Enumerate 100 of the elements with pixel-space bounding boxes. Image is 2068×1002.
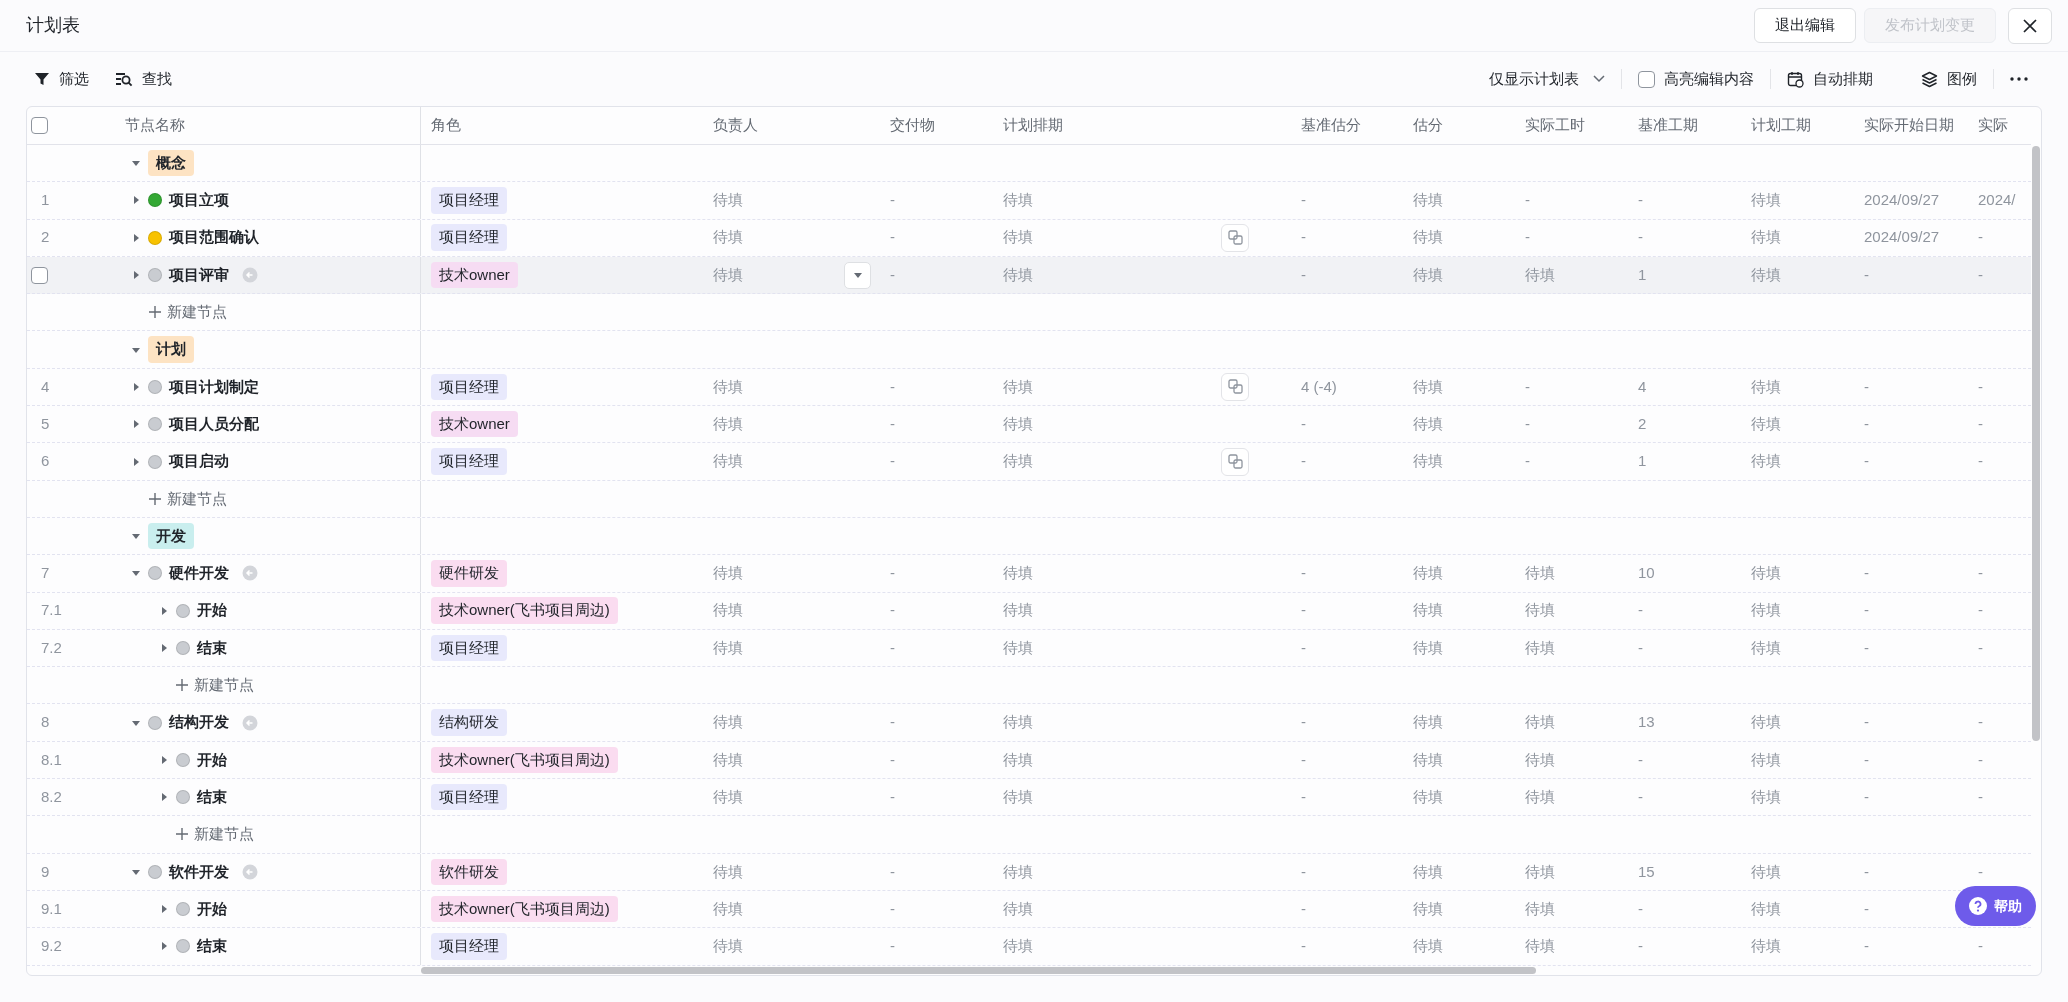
cell-value: 待填 [1003, 376, 1033, 397]
cell-value: - [1978, 786, 1983, 807]
task-name[interactable]: 结构开发 [169, 711, 229, 734]
task-name[interactable]: 项目评审 [169, 263, 229, 287]
task-name[interactable]: 结束 [197, 636, 227, 660]
caret-icon[interactable] [159, 941, 169, 952]
cell-value: - [1301, 786, 1306, 807]
task-name[interactable]: 软件开发 [169, 860, 229, 884]
task-name[interactable]: 开始 [197, 599, 227, 622]
legend-button[interactable]: 图例 [1921, 67, 1977, 91]
more-icon[interactable] [2010, 77, 2028, 81]
add-node-button[interactable]: 新建节点 [176, 674, 254, 697]
caret-icon[interactable] [131, 419, 141, 430]
row-checkbox[interactable] [31, 266, 48, 284]
plus-icon [149, 492, 161, 505]
role-tag[interactable]: 项目经理 [431, 634, 507, 662]
vertical-scrollbar[interactable] [2032, 146, 2040, 741]
cell-value: - [1301, 264, 1306, 285]
caret-icon[interactable] [159, 904, 169, 915]
cell-value: 待填 [713, 376, 743, 397]
cell-value: 待填 [1751, 637, 1781, 658]
auto-schedule-button[interactable]: 自动排期 [1787, 67, 1873, 91]
task-name[interactable]: 项目启动 [169, 450, 229, 473]
role-tag[interactable]: 技术owner [431, 410, 518, 438]
hovered-row[interactable]: 项目评审 技术owner 待填 - 待填 - 待填 待填 1 待填 - - [27, 256, 2031, 295]
cell-value: - [1864, 451, 1869, 472]
role-tag[interactable]: 技术owner(飞书项目周边) [431, 895, 618, 923]
column-header: 实际开始日期 [1864, 115, 1954, 136]
task-name[interactable]: 开始 [197, 748, 227, 772]
task-name[interactable]: 项目计划制定 [169, 375, 259, 399]
cell-value: - [890, 563, 895, 584]
role-tag[interactable]: 项目经理 [431, 224, 507, 251]
chevron-down-icon [1593, 75, 1605, 83]
role-tag[interactable]: 软件研发 [431, 858, 507, 886]
view-select[interactable]: 仅显示计划表 [1489, 67, 1605, 91]
task-name[interactable]: 结束 [197, 935, 227, 958]
role-tag[interactable]: 技术owner [431, 261, 518, 289]
cell-value: 待填 [1413, 861, 1443, 882]
row-number: 8.2 [41, 786, 62, 807]
cell-value: - [1301, 637, 1306, 658]
cell-value: - [1864, 712, 1869, 733]
role-tag[interactable]: 结构研发 [431, 709, 507, 736]
cell-value: - [1864, 600, 1869, 621]
cell-value: 2024/09/27 [1864, 190, 1940, 211]
action-button[interactable]: 退出编辑 [1754, 8, 1856, 43]
role-tag[interactable]: 硬件研发 [431, 560, 507, 587]
role-tag[interactable]: 项目经理 [431, 187, 507, 214]
caret-icon[interactable] [159, 643, 169, 653]
role-tag[interactable]: 技术owner(飞书项目周边) [431, 597, 618, 624]
cell-value: - [890, 898, 895, 919]
group-tag[interactable]: 概念 [148, 149, 194, 177]
role-tag[interactable]: 项目经理 [431, 373, 507, 401]
cell-value: 待填 [1413, 413, 1443, 434]
horizontal-scrollbar[interactable] [421, 967, 1536, 974]
task-name[interactable]: 项目范围确认 [169, 226, 259, 249]
cell-value: 待填 [1003, 264, 1033, 285]
highlight-checkbox[interactable]: 高亮编辑内容 [1638, 67, 1754, 91]
column-header: 基准估分 [1301, 115, 1361, 136]
add-node-button[interactable]: 新建节点 [149, 487, 227, 511]
cell-value: - [1301, 861, 1306, 882]
caret-icon[interactable] [131, 195, 141, 206]
cell-value: - [1525, 190, 1530, 211]
caret-icon[interactable] [131, 270, 141, 281]
help-button[interactable]: 帮助 [1955, 886, 2036, 926]
calendar-icon [1787, 70, 1804, 88]
caret-icon[interactable] [131, 232, 141, 243]
caret-icon[interactable] [131, 381, 141, 392]
task-name[interactable]: 项目人员分配 [169, 412, 259, 436]
add-node-button[interactable]: 新建节点 [149, 301, 227, 324]
close-button[interactable] [2008, 7, 2052, 44]
group-tag[interactable]: 开发 [148, 522, 194, 550]
task-name[interactable]: 硬件开发 [169, 562, 229, 585]
cell-value: 待填 [1413, 376, 1443, 397]
task-name[interactable]: 结束 [197, 785, 227, 809]
dropdown-button[interactable] [844, 261, 871, 289]
cell-value: - [890, 190, 895, 211]
caret-icon[interactable] [159, 605, 169, 616]
cell-value: 待填 [1413, 190, 1443, 211]
add-node-button[interactable]: 新建节点 [176, 823, 254, 846]
filter-button[interactable]: 筛选 [34, 67, 89, 91]
cell-value: 待填 [713, 413, 743, 434]
caret-icon[interactable] [159, 754, 169, 765]
cell-value: 待填 [713, 227, 743, 248]
role-tag[interactable]: 项目经理 [431, 448, 507, 475]
cell-value: - [1978, 936, 1983, 957]
cell-value: 待填 [1003, 190, 1033, 211]
select-all-checkbox[interactable] [31, 117, 48, 134]
column-header: 基准工期 [1638, 115, 1698, 136]
task-name[interactable]: 项目立项 [169, 189, 229, 212]
role-tag[interactable]: 项目经理 [431, 933, 507, 960]
cell-value: - [1978, 749, 1983, 770]
task-name[interactable]: 开始 [197, 897, 227, 921]
role-tag[interactable]: 项目经理 [431, 783, 507, 811]
caret-icon[interactable] [131, 456, 141, 467]
group-tag[interactable]: 计划 [148, 336, 194, 363]
copy-icon [1227, 230, 1243, 246]
cell-value: 待填 [713, 264, 743, 285]
role-tag[interactable]: 技术owner(飞书项目周边) [431, 746, 618, 774]
caret-icon[interactable] [159, 792, 169, 803]
find-button[interactable]: 查找 [115, 67, 172, 91]
